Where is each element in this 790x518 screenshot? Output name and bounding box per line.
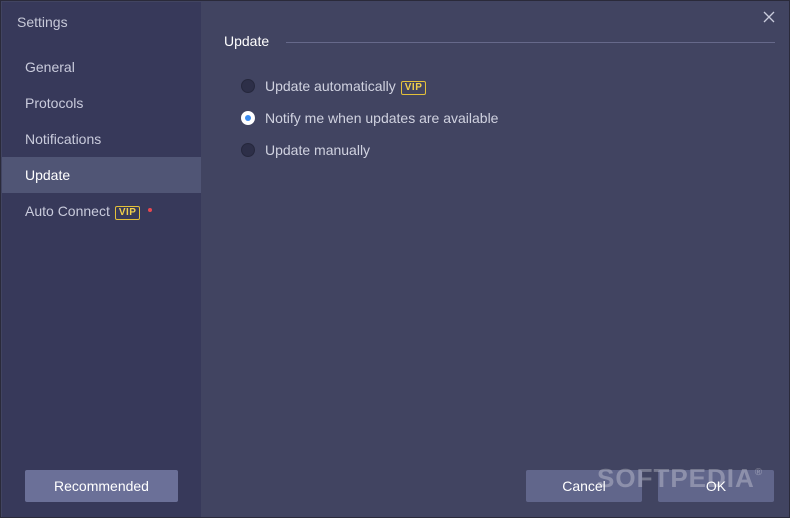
radio-button-checked[interactable] xyxy=(241,111,255,125)
ok-button[interactable]: OK xyxy=(658,470,774,502)
sidebar-nav: General Protocols Notifications Update A… xyxy=(2,49,201,229)
option-label: Update manually xyxy=(265,142,371,158)
recommended-button[interactable]: Recommended xyxy=(25,470,178,502)
sidebar-item-auto-connect[interactable]: Auto Connect VIP xyxy=(2,193,201,229)
vip-badge: VIP xyxy=(400,81,427,95)
radio-button[interactable] xyxy=(241,79,255,93)
section-divider xyxy=(286,42,775,43)
window-title: Settings xyxy=(17,14,68,30)
radio-button[interactable] xyxy=(241,143,255,157)
sidebar-item-notifications[interactable]: Notifications xyxy=(2,121,201,157)
option-label: Update automatically xyxy=(265,78,396,94)
settings-window: Settings General Protocols Notifications… xyxy=(0,0,790,518)
sidebar-item-label: Notifications xyxy=(25,131,102,147)
sidebar-item-general[interactable]: General xyxy=(2,49,201,85)
cancel-button[interactable]: Cancel xyxy=(526,470,642,502)
sidebar-item-protocols[interactable]: Protocols xyxy=(2,85,201,121)
sidebar-item-label: General xyxy=(25,59,75,75)
sidebar-item-label: Auto Connect xyxy=(25,203,110,219)
sidebar-item-label: Update xyxy=(25,167,71,183)
notification-dot xyxy=(148,208,153,212)
vip-badge: VIP xyxy=(114,206,141,220)
sidebar-item-label: Protocols xyxy=(25,95,84,111)
section-header: Update xyxy=(224,33,776,53)
section-title: Update xyxy=(224,33,270,49)
option-label: Notify me when updates are available xyxy=(265,110,499,126)
sidebar: Settings General Protocols Notifications… xyxy=(2,2,201,517)
close-icon[interactable] xyxy=(761,9,777,25)
sidebar-item-update[interactable]: Update xyxy=(2,157,201,193)
